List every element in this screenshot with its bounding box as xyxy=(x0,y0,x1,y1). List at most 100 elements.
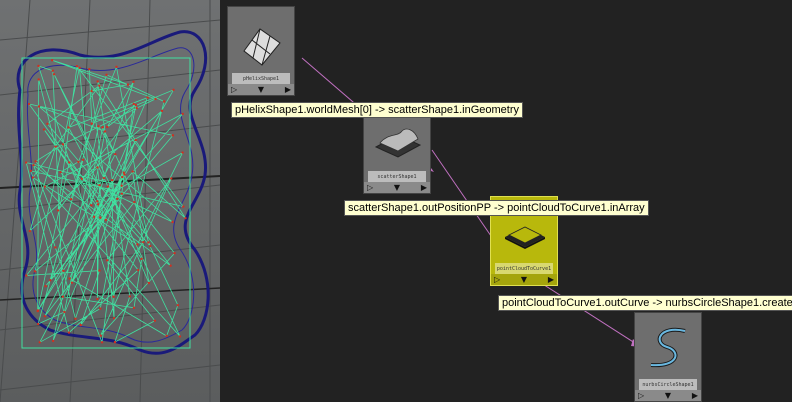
curve-path xyxy=(25,59,186,344)
scatter-point xyxy=(101,126,104,129)
output-port-icon[interactable]: ▶ xyxy=(421,182,427,193)
scatter-point xyxy=(172,88,175,92)
scatter-point xyxy=(79,323,82,327)
scatter-point xyxy=(171,134,175,137)
scatter-point xyxy=(61,143,65,146)
scatter-point xyxy=(54,246,57,249)
node-ports[interactable]: ▷ ▼ ▶ xyxy=(491,274,557,285)
scatter-point xyxy=(165,334,168,338)
scatter-point xyxy=(140,257,143,261)
scatter-point xyxy=(54,145,57,148)
scatter-point xyxy=(96,203,100,206)
scatter-point xyxy=(116,197,119,201)
scatter-point xyxy=(50,59,54,62)
scatter-point xyxy=(113,340,117,344)
scatter-point xyxy=(77,160,80,164)
scatter-point xyxy=(97,125,100,128)
scatter-point xyxy=(112,317,116,320)
scatter-point xyxy=(36,309,39,313)
scatter-point xyxy=(96,166,99,169)
scatter-point xyxy=(33,270,37,273)
scatter-point xyxy=(142,240,145,244)
scatter-point xyxy=(25,274,28,277)
scatter-point xyxy=(90,122,94,125)
output-port-icon[interactable]: ▶ xyxy=(285,84,291,95)
node-nurbscircleshape1[interactable]: nurbsCircleShape1 ▷ ▼ ▶ xyxy=(634,312,702,402)
output-port-icon[interactable]: ▶ xyxy=(548,274,554,285)
scatter-point xyxy=(28,229,32,233)
scatter-point xyxy=(115,65,118,69)
scatter-point xyxy=(110,178,114,182)
scatter-point xyxy=(105,73,108,77)
scatter-point xyxy=(176,304,180,307)
scatter-point xyxy=(146,96,149,99)
node-ports[interactable]: ▷ ▼ ▶ xyxy=(364,182,430,193)
scatter-point xyxy=(29,169,33,173)
scatter-point xyxy=(106,185,110,188)
scatter-point xyxy=(132,80,135,84)
scatter-point xyxy=(136,268,140,272)
mesh-icon xyxy=(243,28,281,66)
connection-tooltip: pHelixShape1.worldMesh[0] -> scatterShap… xyxy=(231,102,524,118)
scatter-point xyxy=(99,216,102,219)
input-port-icon[interactable]: ▷ xyxy=(638,390,644,401)
scatter-point xyxy=(42,128,46,131)
scatter-point xyxy=(98,184,101,187)
scatter-point xyxy=(43,315,47,318)
expand-port-icon[interactable]: ▼ xyxy=(665,390,671,401)
scatter-point xyxy=(171,220,174,224)
scatter-point xyxy=(69,197,73,201)
scatter-point xyxy=(98,269,101,272)
nurbs-curve-icon xyxy=(650,327,686,368)
input-port-icon[interactable]: ▷ xyxy=(367,182,373,193)
scatter-point xyxy=(114,152,117,156)
scatter-point xyxy=(99,307,102,310)
scatter-point xyxy=(134,138,138,142)
scatter-point xyxy=(81,158,85,161)
scatter-point xyxy=(173,252,176,255)
scatter-point xyxy=(63,310,66,314)
scatter-point xyxy=(32,163,35,167)
node-ports[interactable]: ▷ ▼ ▶ xyxy=(635,390,701,401)
scatter-point xyxy=(62,269,65,273)
scatter-point xyxy=(162,100,166,103)
scatter-point xyxy=(51,69,55,72)
scatter-point xyxy=(38,341,41,344)
scatter-point xyxy=(132,102,135,106)
scatter-point xyxy=(131,170,134,173)
input-port-icon[interactable]: ▷ xyxy=(494,274,500,285)
scatter-point xyxy=(70,281,74,284)
connection-tooltip: scatterShape1.outPositionPP -> pointClou… xyxy=(344,200,649,216)
scatter-point xyxy=(135,106,138,110)
scatter-point xyxy=(103,130,107,133)
expand-port-icon[interactable]: ▼ xyxy=(394,182,400,193)
scatter-point xyxy=(37,105,41,108)
output-port-icon[interactable]: ▶ xyxy=(692,390,698,401)
node-phelixshape1[interactable]: pHelixShape1 ▷ ▼ ▶ xyxy=(227,6,295,96)
scatter-point xyxy=(147,281,151,285)
viewport-3d[interactable] xyxy=(0,0,220,402)
scatter-point xyxy=(98,84,101,87)
scatter-point xyxy=(178,335,182,338)
node-ports[interactable]: ▷ ▼ ▶ xyxy=(228,84,294,95)
scatter-point xyxy=(90,204,93,207)
scatter-point xyxy=(52,73,56,76)
scatter-point xyxy=(37,78,40,81)
scatter-point xyxy=(181,112,184,116)
scatter-point xyxy=(126,83,130,86)
expand-port-icon[interactable]: ▼ xyxy=(521,274,527,285)
point-cloud-curve xyxy=(25,59,186,344)
scatter-point xyxy=(121,175,124,179)
scatter-point xyxy=(120,184,123,187)
scatter-point xyxy=(61,295,65,298)
scatter-point xyxy=(68,277,71,280)
input-port-icon[interactable]: ▷ xyxy=(231,84,237,95)
scatter-point xyxy=(169,177,173,180)
viewport-canvas xyxy=(0,0,220,402)
scatter-point xyxy=(80,177,83,181)
scatter-point xyxy=(46,122,49,126)
scatter-point xyxy=(96,297,99,301)
scatter-point xyxy=(105,259,109,262)
node-graph-editor[interactable]: pHelixShape1 ▷ ▼ ▶ scatterShape1 ▷ ▼ ▶ p… xyxy=(220,0,792,402)
expand-port-icon[interactable]: ▼ xyxy=(258,84,264,95)
